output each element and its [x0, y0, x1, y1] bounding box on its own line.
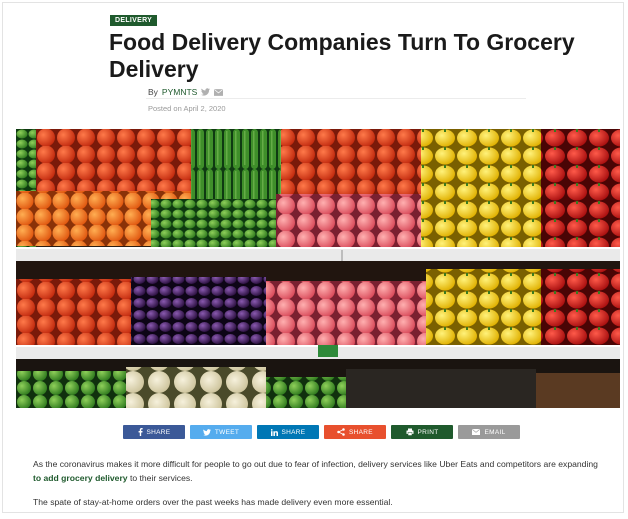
- paragraph-text: As the coronavirus makes it more difficu…: [33, 459, 598, 469]
- posted-date: Posted on April 2, 2020: [148, 104, 226, 113]
- twitter-icon: [202, 428, 211, 436]
- article-body: As the coronavirus makes it more difficu…: [33, 457, 603, 519]
- print-icon: [406, 428, 413, 436]
- facebook-share-button[interactable]: SHARE: [123, 425, 185, 439]
- share-bar: SHARE TWEET SHARE SHARE PRINT EMAIL: [123, 425, 520, 439]
- email-icon[interactable]: [214, 88, 224, 96]
- tweet-label: TWEET: [214, 428, 240, 436]
- email-icon: [472, 429, 481, 435]
- email-label: EMAIL: [484, 428, 506, 436]
- body-paragraph-2: The spate of stay-at-home orders over th…: [33, 497, 393, 507]
- paragraph-text: to their services.: [127, 473, 193, 483]
- share-label: SHARE: [146, 428, 171, 436]
- author-link[interactable]: PYMNTS: [162, 87, 197, 97]
- print-button[interactable]: PRINT: [391, 425, 453, 439]
- byline: By PYMNTS: [148, 87, 224, 97]
- print-label: PRINT: [417, 428, 439, 436]
- linkedin-icon: [270, 428, 278, 436]
- email-share-button[interactable]: EMAIL: [458, 425, 520, 439]
- hero-image: [16, 129, 620, 408]
- grocery-delivery-link[interactable]: to add grocery delivery: [33, 473, 128, 483]
- produce-shelves-image: [16, 129, 620, 408]
- generic-share-button[interactable]: SHARE: [324, 425, 386, 439]
- page-title: Food Delivery Companies Turn To Grocery …: [109, 29, 575, 82]
- linkedin-share-button[interactable]: SHARE: [257, 425, 319, 439]
- category-badge[interactable]: DELIVERY: [110, 15, 158, 26]
- byline-prefix: By: [148, 87, 158, 97]
- share-icon: [337, 428, 345, 436]
- linkedin-label: SHARE: [281, 428, 306, 436]
- facebook-icon: [138, 428, 143, 436]
- share-label: SHARE: [349, 428, 373, 436]
- twitter-share-button[interactable]: TWEET: [190, 425, 252, 439]
- byline-divider: [146, 98, 526, 99]
- twitter-icon[interactable]: [201, 88, 211, 96]
- body-paragraph-1: As the coronavirus makes it more difficu…: [33, 457, 603, 485]
